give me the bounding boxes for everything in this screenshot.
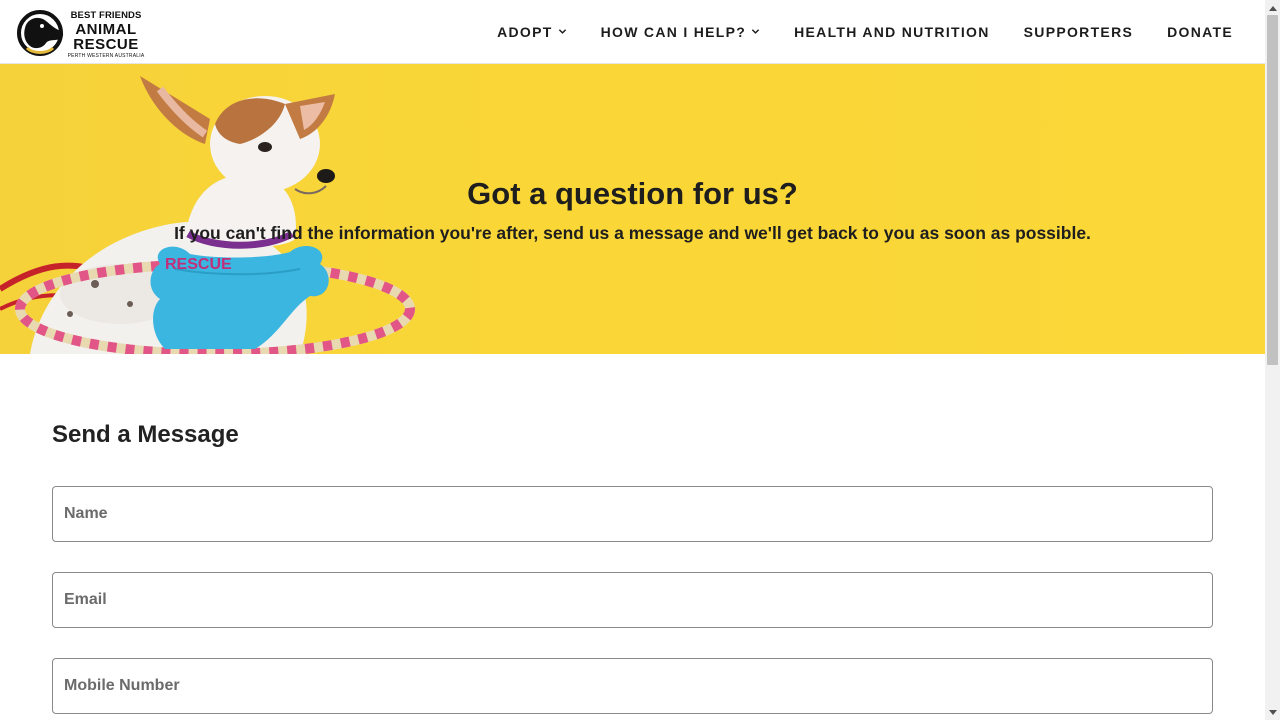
logo-line-1: BEST FRIENDS [70,10,142,21]
logo-line-2: ANIMAL [75,20,137,38]
scroll-down-button[interactable] [1265,705,1280,720]
main-nav: ADOPT HOW CAN I HELP? HEALTH AND NUTRITI… [497,0,1233,63]
chevron-down-icon [751,29,760,34]
toy-text: RESCUE [165,256,232,273]
logo-text: BEST FRIENDS ANIMAL RESCUE PERTH WESTERN… [65,8,147,59]
logo-line-3: RESCUE [73,35,139,53]
hero-subtitle: If you can't find the information you're… [174,223,1091,243]
nav-item-supporters[interactable]: SUPPORTERS [1024,24,1133,40]
name-field[interactable] [52,486,1213,542]
nav-item-label: HEALTH AND NUTRITION [794,23,990,40]
mobile-number-field[interactable] [52,658,1213,714]
hero-title: Got a question for us? [467,176,798,211]
nav-item-adopt[interactable]: ADOPT [497,24,567,40]
site-logo[interactable]: BEST FRIENDS ANIMAL RESCUE PERTH WESTERN… [15,8,147,59]
form-heading: Send a Message [52,421,239,448]
page: BEST FRIENDS ANIMAL RESCUE PERTH WESTERN… [0,0,1265,720]
nav-item-label: SUPPORTERS [1023,23,1134,40]
nav-item-how-can-i-help[interactable]: HOW CAN I HELP? [601,24,761,40]
nav-item-donate[interactable]: DONATE [1167,24,1233,40]
scroll-down-arrow-icon [1268,709,1277,715]
nav-item-label: HOW CAN I HELP? [600,23,747,40]
page-scrollbar[interactable] [1265,0,1280,720]
scrollbar-thumb[interactable] [1267,15,1278,365]
logo-line-4: PERTH WESTERN AUSTRALIA [67,52,145,59]
nav-item-health-and-nutrition[interactable]: HEALTH AND NUTRITION [794,24,990,40]
hero-banner: RESCUE Got a question for us? If you can… [0,64,1265,354]
chevron-down-icon [558,29,566,34]
scroll-up-arrow-icon [1268,5,1277,11]
scroll-up-button[interactable] [1265,0,1280,15]
site-header: BEST FRIENDS ANIMAL RESCUE PERTH WESTERN… [0,0,1265,64]
nav-item-label: DONATE [1167,23,1233,40]
email-field[interactable] [52,572,1213,628]
dog-head-logo-icon [17,10,64,56]
nav-item-label: ADOPT [497,23,553,40]
